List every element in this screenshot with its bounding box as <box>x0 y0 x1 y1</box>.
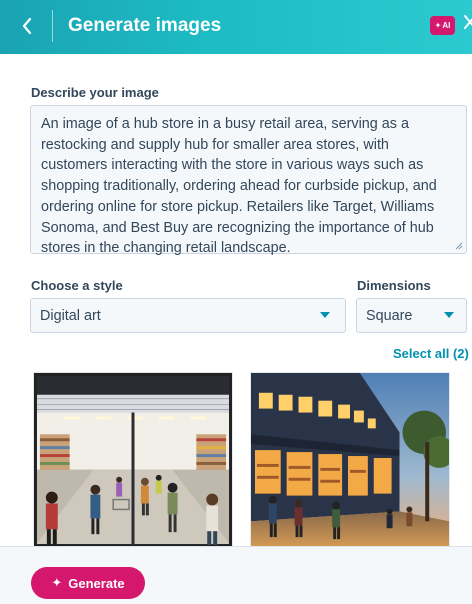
back-button[interactable] <box>16 14 38 38</box>
style-label: Choose a style <box>31 278 123 293</box>
style-select[interactable]: Digital art <box>30 298 346 333</box>
generate-label: Generate <box>68 575 125 591</box>
dimensions-select[interactable]: Square <box>356 298 467 333</box>
select-all-link[interactable]: Select all (2) <box>393 346 469 361</box>
sparkle-icon: ✦ <box>51 575 63 590</box>
dropdown-caret-icon <box>320 312 330 318</box>
style-selected-value: Digital art <box>40 307 101 324</box>
panel-title: Generate images <box>68 15 222 36</box>
header-divider <box>52 10 53 42</box>
store-interior-image <box>34 373 232 547</box>
close-icon <box>464 15 472 29</box>
ai-badge: ✦ AI <box>430 16 455 35</box>
dimensions-label: Dimensions <box>357 278 431 293</box>
description-text: An image of a hub store in a busy retail… <box>41 116 437 257</box>
dimensions-selected-value: Square <box>366 307 413 324</box>
generate-button[interactable]: ✦ Generate <box>31 567 145 599</box>
resize-handle-icon[interactable] <box>455 242 463 250</box>
storefront-dusk-image <box>251 373 449 547</box>
dropdown-caret-icon <box>444 312 454 318</box>
generated-image-1[interactable] <box>33 372 233 548</box>
description-label: Describe your image <box>31 85 159 100</box>
panel-header: Generate images ✦ AI <box>0 0 472 54</box>
sparkle-icon: ✦ <box>434 21 442 30</box>
generated-image-2[interactable] <box>250 372 450 548</box>
chevron-left-icon <box>22 17 32 35</box>
close-button[interactable] <box>463 14 472 36</box>
description-textarea[interactable]: An image of a hub store in a busy retail… <box>30 105 467 257</box>
